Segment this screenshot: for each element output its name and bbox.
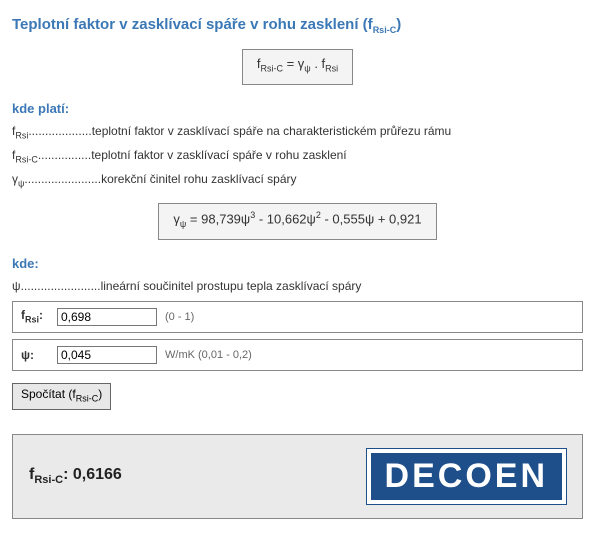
def-frsic: fRsi-C................teplotní faktor v … [12, 148, 583, 164]
input-label-frsi: fRsi: [21, 308, 49, 324]
def-psi: ψ........................lineární součin… [12, 279, 583, 293]
psi-hint: W/mK (0,01 - 0,2) [165, 349, 252, 361]
input-label-psi: ψ: [21, 348, 49, 362]
page-title: Teplotní faktor v zasklívací spáře v roh… [12, 16, 583, 35]
input-row-frsi: fRsi: (0 - 1) [12, 301, 583, 333]
formula-gamma: γψ = 98,739ψ3 - 10,662ψ2 - 0,555ψ + 0,92… [12, 203, 583, 240]
def-frsi: fRsi...................teplotní faktor v… [12, 124, 583, 140]
input-row-psi: ψ: W/mK (0,01 - 0,2) [12, 339, 583, 371]
result-text: fRsi-C: 0,6166 [29, 466, 122, 486]
formula-main: fRsi-C = γψ . fRsi [12, 49, 583, 85]
calculate-button[interactable]: Spočítat (fRsi-C) [12, 383, 111, 410]
def-gamma-psi: γψ.......................korekční činite… [12, 172, 583, 188]
frsi-hint: (0 - 1) [165, 311, 194, 323]
psi-input[interactable] [57, 346, 157, 364]
brand-logo: DECOEN [367, 449, 566, 504]
result-bar: fRsi-C: 0,6166 DECOEN [12, 434, 583, 519]
where-label: kde: [12, 256, 583, 271]
frsi-input[interactable] [57, 308, 157, 326]
where-holds-label: kde platí: [12, 101, 583, 116]
